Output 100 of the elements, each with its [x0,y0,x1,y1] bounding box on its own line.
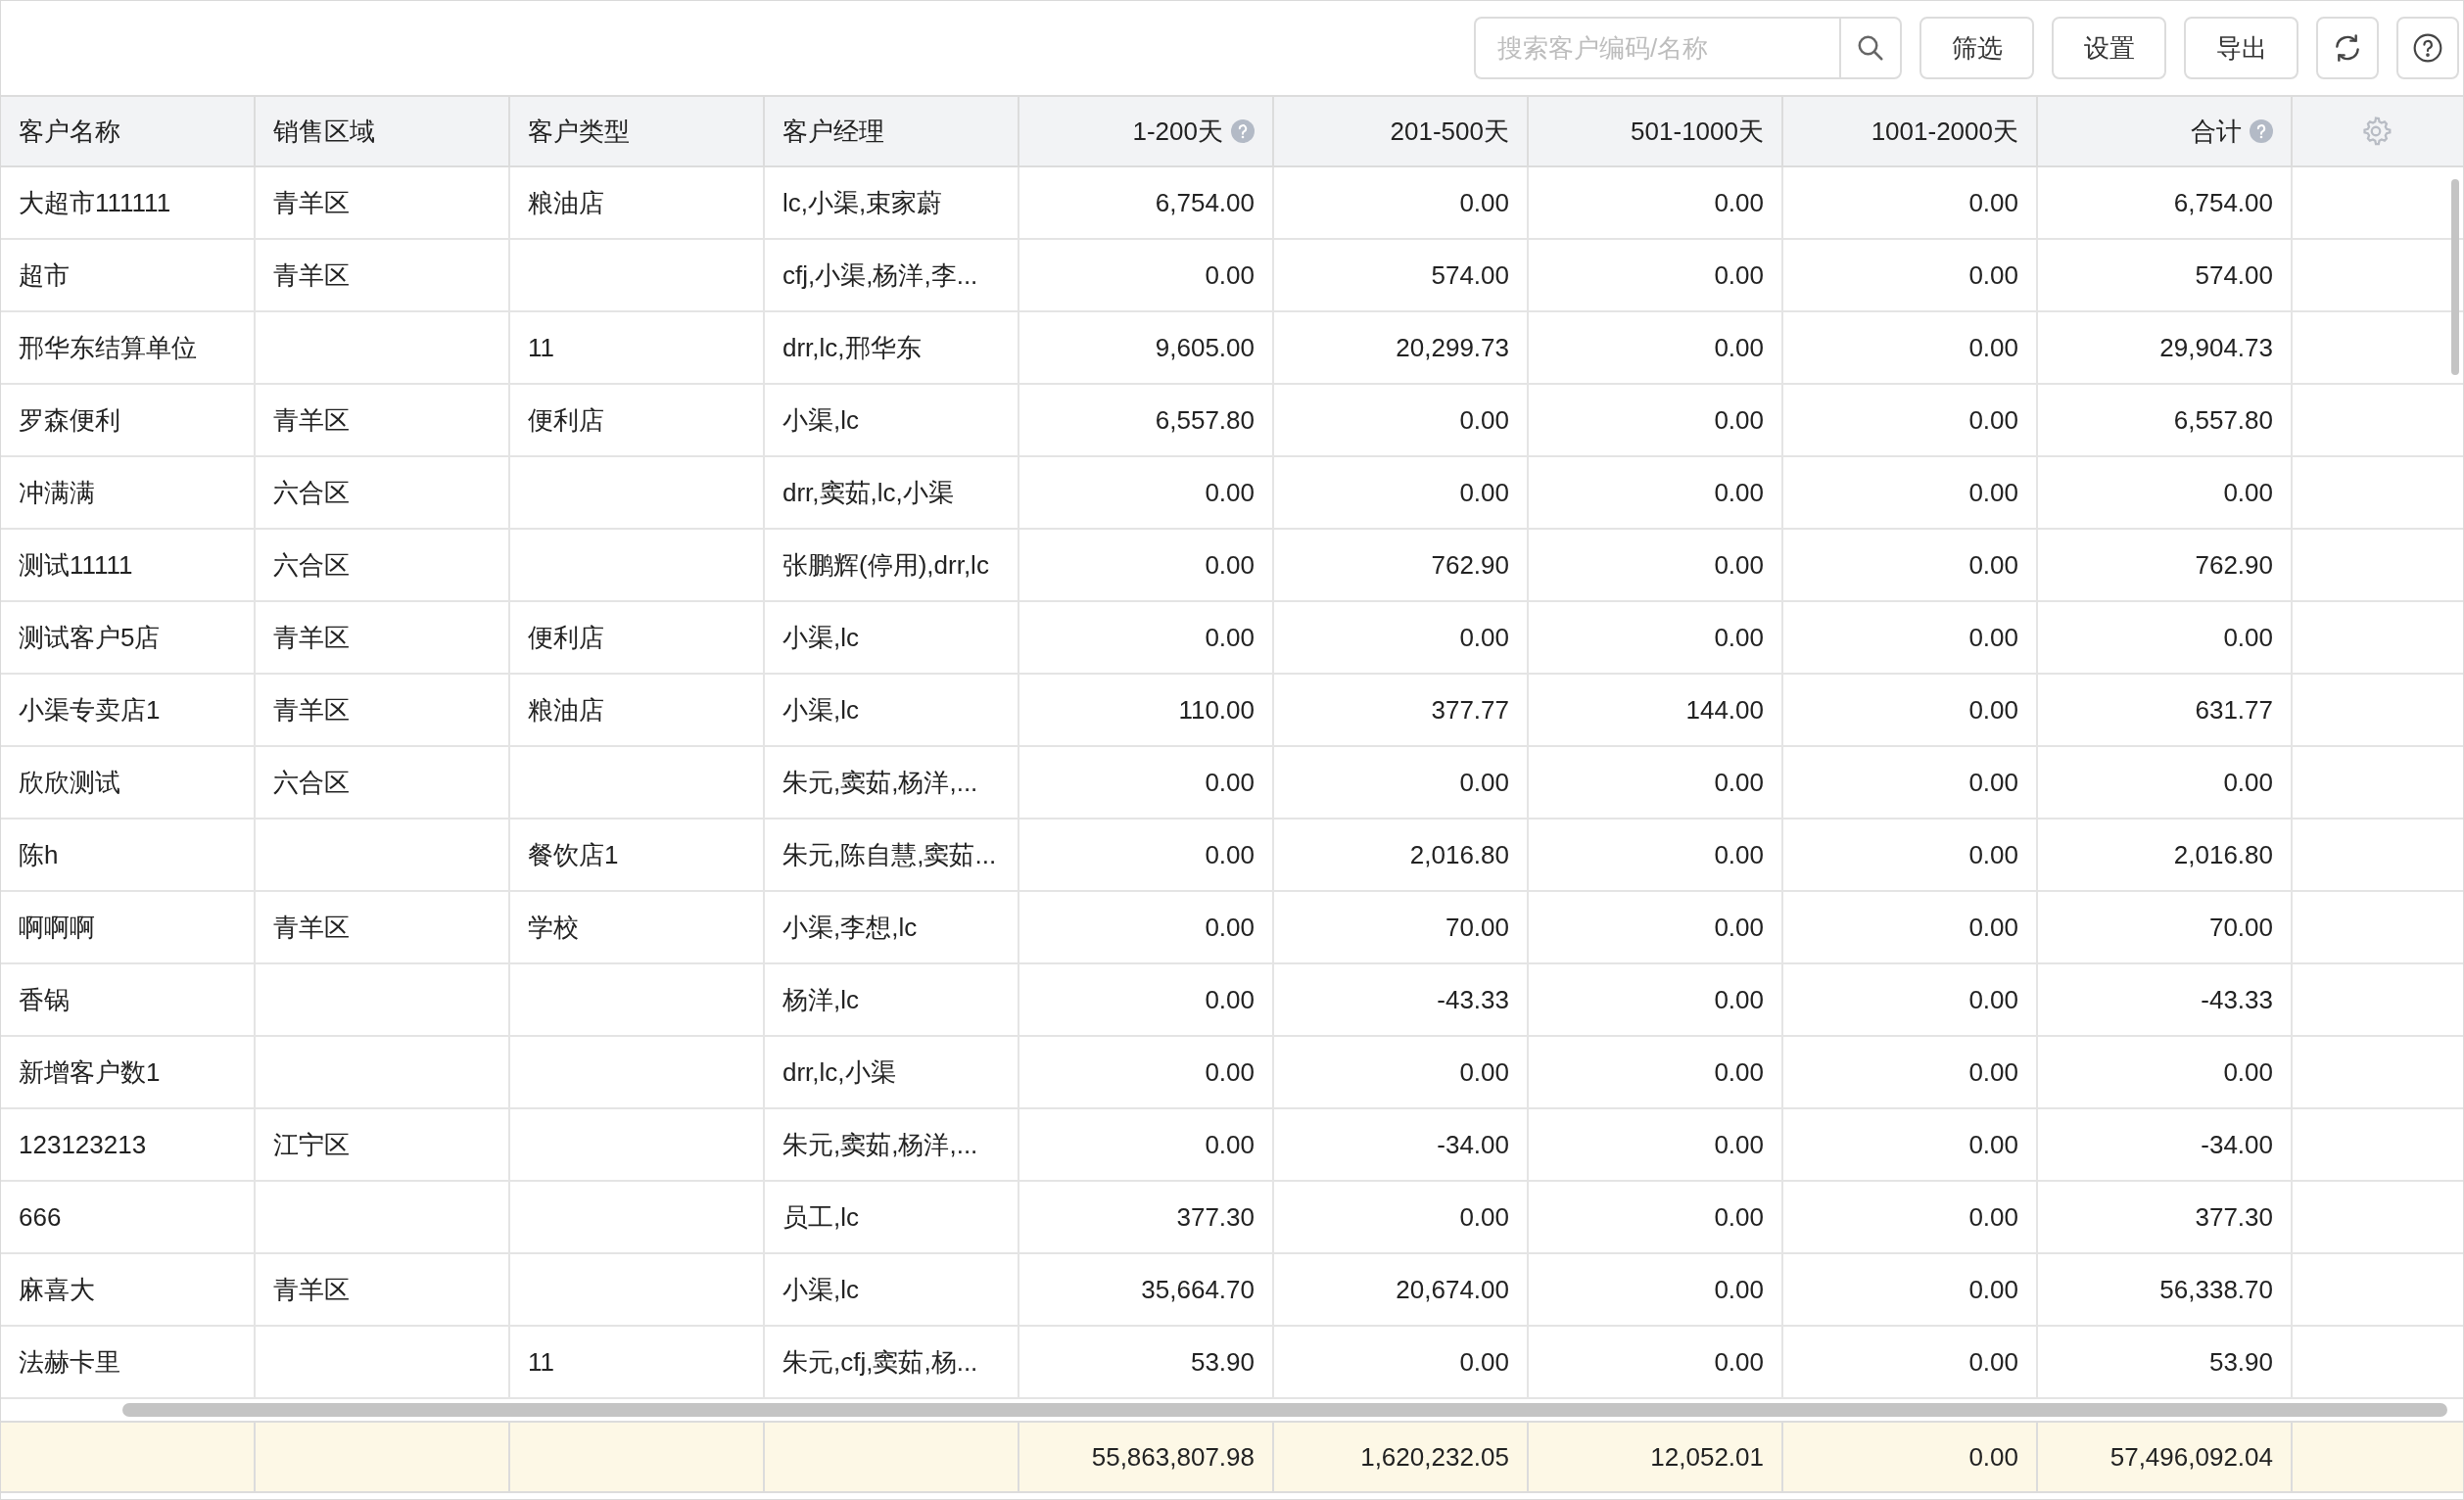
table-cell-text: 0.00 [1714,1200,1764,1234]
column-header: 201-500天 [1390,115,1509,148]
table-cell-text: 员工,lc [782,1200,859,1234]
table-cell-text: 0.00 [1968,403,2018,437]
table-cell-text: drr,窦茹,lc,小渠 [782,476,954,509]
column-header: 合计 [2191,115,2242,148]
vertical-scrollbar[interactable] [2451,179,2459,375]
search-icon [1856,33,1885,63]
table-cell-text: 六合区 [273,548,350,582]
table-cell-text: 0.00 [1714,1273,1764,1306]
table-cell-text: 11 [528,1345,554,1379]
table-cell-text: 0.00 [1968,1055,2018,1089]
table-cell-text: 29,904.73 [2159,331,2273,364]
table-cell-text: 朱元,窦茹,杨洋,... [782,1128,978,1161]
table-cell-text: 11 [528,331,554,364]
help-icon [1231,119,1255,143]
table-cell-text: 0.00 [1714,331,1764,364]
table-cell-text: 70.00 [1445,911,1509,944]
table-cell-text: 0.00 [1968,1345,2018,1379]
table-cell-text: 0.00 [1205,911,1255,944]
column-header: 1001-2000天 [1871,115,2018,148]
table-cell-text: 测试11111 [19,548,133,582]
table-cell-text: 0.00 [2223,1055,2273,1089]
table-cell-text: 小渠,lc [782,403,859,437]
table-cell-text: 便利店 [528,621,604,654]
table-cell-text: 0.00 [1714,766,1764,799]
table-cell-text: 江宁区 [273,1128,350,1161]
table-cell-text: 0.00 [1714,983,1764,1016]
table-cell-text: 0.00 [1968,838,2018,871]
table-cell-text: 0.00 [1459,1055,1509,1089]
table-cell-text: 啊啊啊 [19,911,95,944]
table-cell-text: 邢华东结算单位 [19,331,197,364]
table-cell-text: -34.00 [1437,1128,1509,1161]
table-cell-text: 144.00 [1685,693,1764,727]
table-cell-text: 0.00 [1459,1200,1509,1234]
table-cell-text: 762.90 [1431,548,1509,582]
refresh-button[interactable] [2316,17,2379,79]
table-cell-text: 新增客户数1 [19,1055,161,1089]
table-cell-text: 0.00 [1968,186,2018,219]
table-cell-text: 张鹏辉(停用),drr,lc [782,548,989,582]
table-cell-text: 123123213 [19,1128,147,1161]
table-cell-text: 0.00 [1714,1128,1764,1161]
table-cell-text: 0.00 [1968,766,2018,799]
table-cell-text: 0.00 [1205,1055,1255,1089]
table-cell-text: 香锅 [19,983,70,1016]
table-cell-text: 6,754.00 [2173,186,2273,219]
toolbar-button[interactable]: 设置 [2052,17,2166,79]
table-cell-text: lc,小渠,束家蔚 [782,186,943,219]
table-cell-text: 0.00 [1459,621,1509,654]
table-cell-text: 0.00 [1459,766,1509,799]
search-field[interactable]: 搜索客户编码/名称 [1474,17,1839,79]
table-cell-text: 6,557.80 [1155,403,1255,437]
table-cell-text: 小渠,李想,lc [782,911,918,944]
table-cell-text: 377.30 [2195,1200,2273,1234]
table-cell-text: 0.00 [1714,1055,1764,1089]
table-cell-text: 0.00 [1968,476,2018,509]
table-cell-text: 377.77 [1431,693,1509,727]
table-cell-text: drr,lc,小渠 [782,1055,896,1089]
table-cell-text: 朱元,陈自慧,窦茹... [782,838,997,871]
table-cell-text: 56,338.70 [2159,1273,2273,1306]
table-cell-text: 六合区 [273,476,350,509]
table-cell-text: 粮油店 [528,693,604,727]
table-cell-text: 0.00 [1968,548,2018,582]
help-icon [2250,119,2273,143]
table-cell-text: 0.00 [1968,1273,2018,1306]
table-cell-text: 574.00 [1431,258,1509,292]
table-cell-text: 2,016.80 [1409,838,1509,871]
table-cell-text: 0.00 [1205,766,1255,799]
table-cell-text: 0.00 [1459,186,1509,219]
table-cell-text: 0.00 [1714,186,1764,219]
table-cell-text: 666 [19,1200,62,1234]
table-cell-text: 0.00 [1205,838,1255,871]
search-button[interactable] [1839,17,1902,79]
table-cell-text: 0.00 [1968,911,2018,944]
table-cell-text: 20,674.00 [1396,1273,1509,1306]
table-cell-text: 0.00 [1714,258,1764,292]
table-cell-text: 0.00 [1714,548,1764,582]
toolbar-button[interactable]: 导出 [2184,17,2298,79]
table-cell-text: 0.00 [1968,1200,2018,1234]
table-cell-text: 法赫卡里 [19,1345,120,1379]
table-cell-text: 0.00 [1968,1128,2018,1161]
table-cell-text: 0.00 [1968,693,2018,727]
column-header: 1-200天 [1132,115,1223,148]
help-button[interactable] [2396,17,2459,79]
table-cell-text: 学校 [528,911,579,944]
table-cell-text: 0.00 [1968,331,2018,364]
table-cell-text: -43.33 [2201,983,2273,1016]
table-cell-text: 罗森便利 [19,403,120,437]
total-cell-text: 0.00 [1968,1440,2018,1474]
help-icon [2412,32,2443,64]
horizontal-scrollbar[interactable] [122,1403,2447,1417]
table-cell-text: 大超市111111 [19,186,171,219]
table-cell-text: cfj,小渠,杨洋,李... [782,258,978,292]
column-header: 客户类型 [528,115,630,148]
toolbar-button[interactable]: 筛选 [1919,17,2034,79]
table-cell-text: 0.00 [1205,476,1255,509]
table-cell-text: 小渠专卖店1 [19,693,161,727]
table-cell-text: 青羊区 [273,911,350,944]
table-cell-text: 青羊区 [273,693,350,727]
total-cell-text: 1,620,232.05 [1360,1440,1509,1474]
